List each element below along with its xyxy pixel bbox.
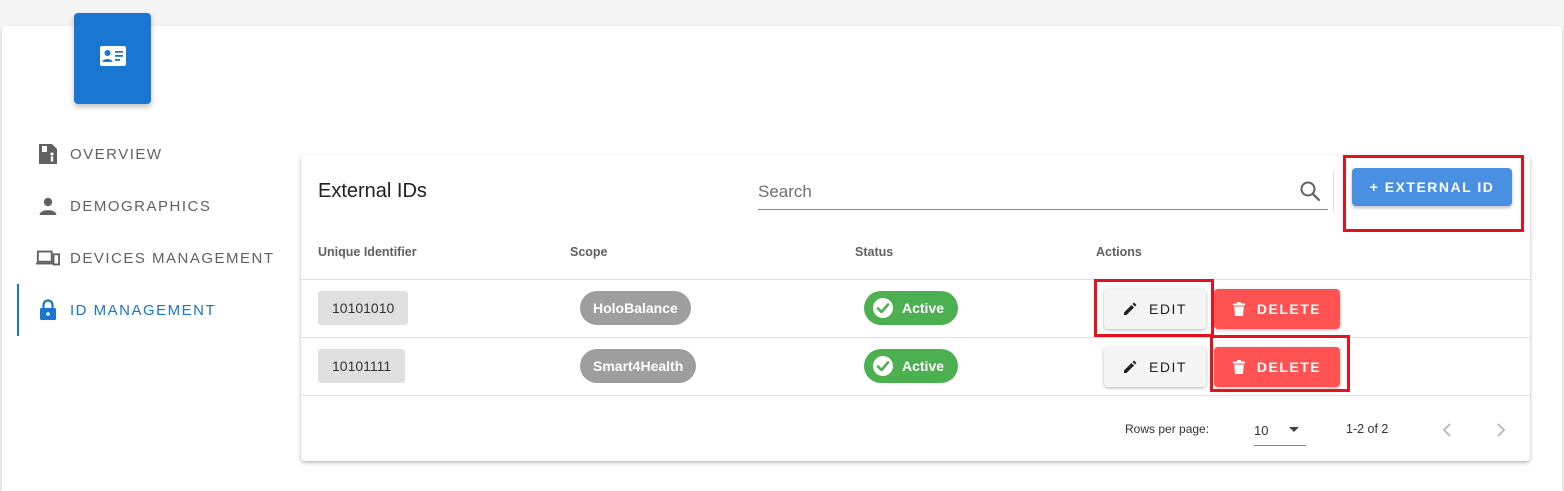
search-field <box>758 177 1328 210</box>
nav-item-label: DEVICES MANAGEMENT <box>70 249 275 267</box>
delete-button[interactable]: DELETE <box>1214 289 1340 329</box>
status-label: Active <box>902 358 945 374</box>
edit-button[interactable]: EDIT <box>1104 347 1206 387</box>
table-row: 10101111 Smart4Health Active EDIT DELETE <box>301 337 1530 395</box>
toolbar-divider <box>1333 171 1334 211</box>
add-external-id-button[interactable]: + EXTERNAL ID <box>1352 168 1512 206</box>
trash-icon <box>1232 360 1245 374</box>
table-footer: Rows per page: 10 1-2 of 2 <box>301 396 1530 461</box>
nav-item-label: DEMOGRAPHICS <box>70 197 212 215</box>
status-label: Active <box>902 300 945 316</box>
pencil-icon <box>1124 360 1137 373</box>
nav-item-label: ID MANAGEMENT <box>70 301 217 319</box>
identifier-chip: 10101010 <box>318 291 409 325</box>
search-icon[interactable] <box>1299 180 1321 202</box>
external-ids-card: External IDs + EXTERNAL ID Unique Identi… <box>301 155 1530 461</box>
person-icon <box>36 194 60 218</box>
delete-label: DELETE <box>1256 301 1322 317</box>
pagination-range: 1-2 of 2 <box>1346 422 1389 436</box>
chevron-left-icon <box>1442 423 1451 437</box>
edit-label: EDIT <box>1149 301 1187 317</box>
nav-item-label: OVERVIEW <box>70 145 163 163</box>
column-header-actions: Actions <box>1096 245 1142 259</box>
nav-item-devices-management[interactable]: DEVICES MANAGEMENT <box>17 232 287 284</box>
devices-icon <box>36 246 60 270</box>
status-badge: Active <box>864 349 959 383</box>
next-page-button[interactable] <box>1483 412 1519 448</box>
side-nav: OVERVIEW DEMOGRAPHICS DEVICES MANAGEMENT <box>17 128 287 336</box>
id-card-info-icon <box>36 142 60 166</box>
caret-down-icon <box>1289 427 1299 432</box>
edit-button[interactable]: EDIT <box>1104 289 1206 329</box>
nav-item-demographics[interactable]: DEMOGRAPHICS <box>17 180 287 232</box>
chevron-right-icon <box>1497 423 1506 437</box>
rows-per-page-label: Rows per page: <box>1125 422 1210 436</box>
column-header-status[interactable]: Status <box>855 245 893 259</box>
card-title: External IDs <box>318 180 427 202</box>
rows-per-page-select[interactable]: 10 <box>1254 416 1306 446</box>
previous-page-button[interactable] <box>1429 412 1465 448</box>
edit-label: EDIT <box>1149 359 1187 375</box>
profile-badge-tile <box>74 13 151 104</box>
check-circle-icon <box>873 356 893 376</box>
lock-icon <box>36 298 60 322</box>
check-circle-icon <box>873 298 893 318</box>
identifier-chip: 10101111 <box>318 349 406 383</box>
contact-card-icon <box>99 46 126 71</box>
nav-item-id-management[interactable]: ID MANAGEMENT <box>17 284 287 336</box>
search-input[interactable] <box>758 177 1328 207</box>
table-row: 10101010 HoloBalance Active EDIT DELETE <box>301 279 1530 337</box>
nav-item-overview[interactable]: OVERVIEW <box>17 128 287 180</box>
scope-chip: Smart4Health <box>580 349 697 383</box>
column-header-scope[interactable]: Scope <box>570 245 608 259</box>
status-badge: Active <box>864 291 959 325</box>
delete-button[interactable]: DELETE <box>1214 347 1340 387</box>
trash-icon <box>1232 302 1245 316</box>
column-header-unique-identifier[interactable]: Unique Identifier <box>318 245 417 259</box>
pencil-icon <box>1124 302 1137 315</box>
delete-label: DELETE <box>1256 359 1322 375</box>
scope-chip: HoloBalance <box>580 291 691 325</box>
rows-per-page-value: 10 <box>1254 423 1269 438</box>
